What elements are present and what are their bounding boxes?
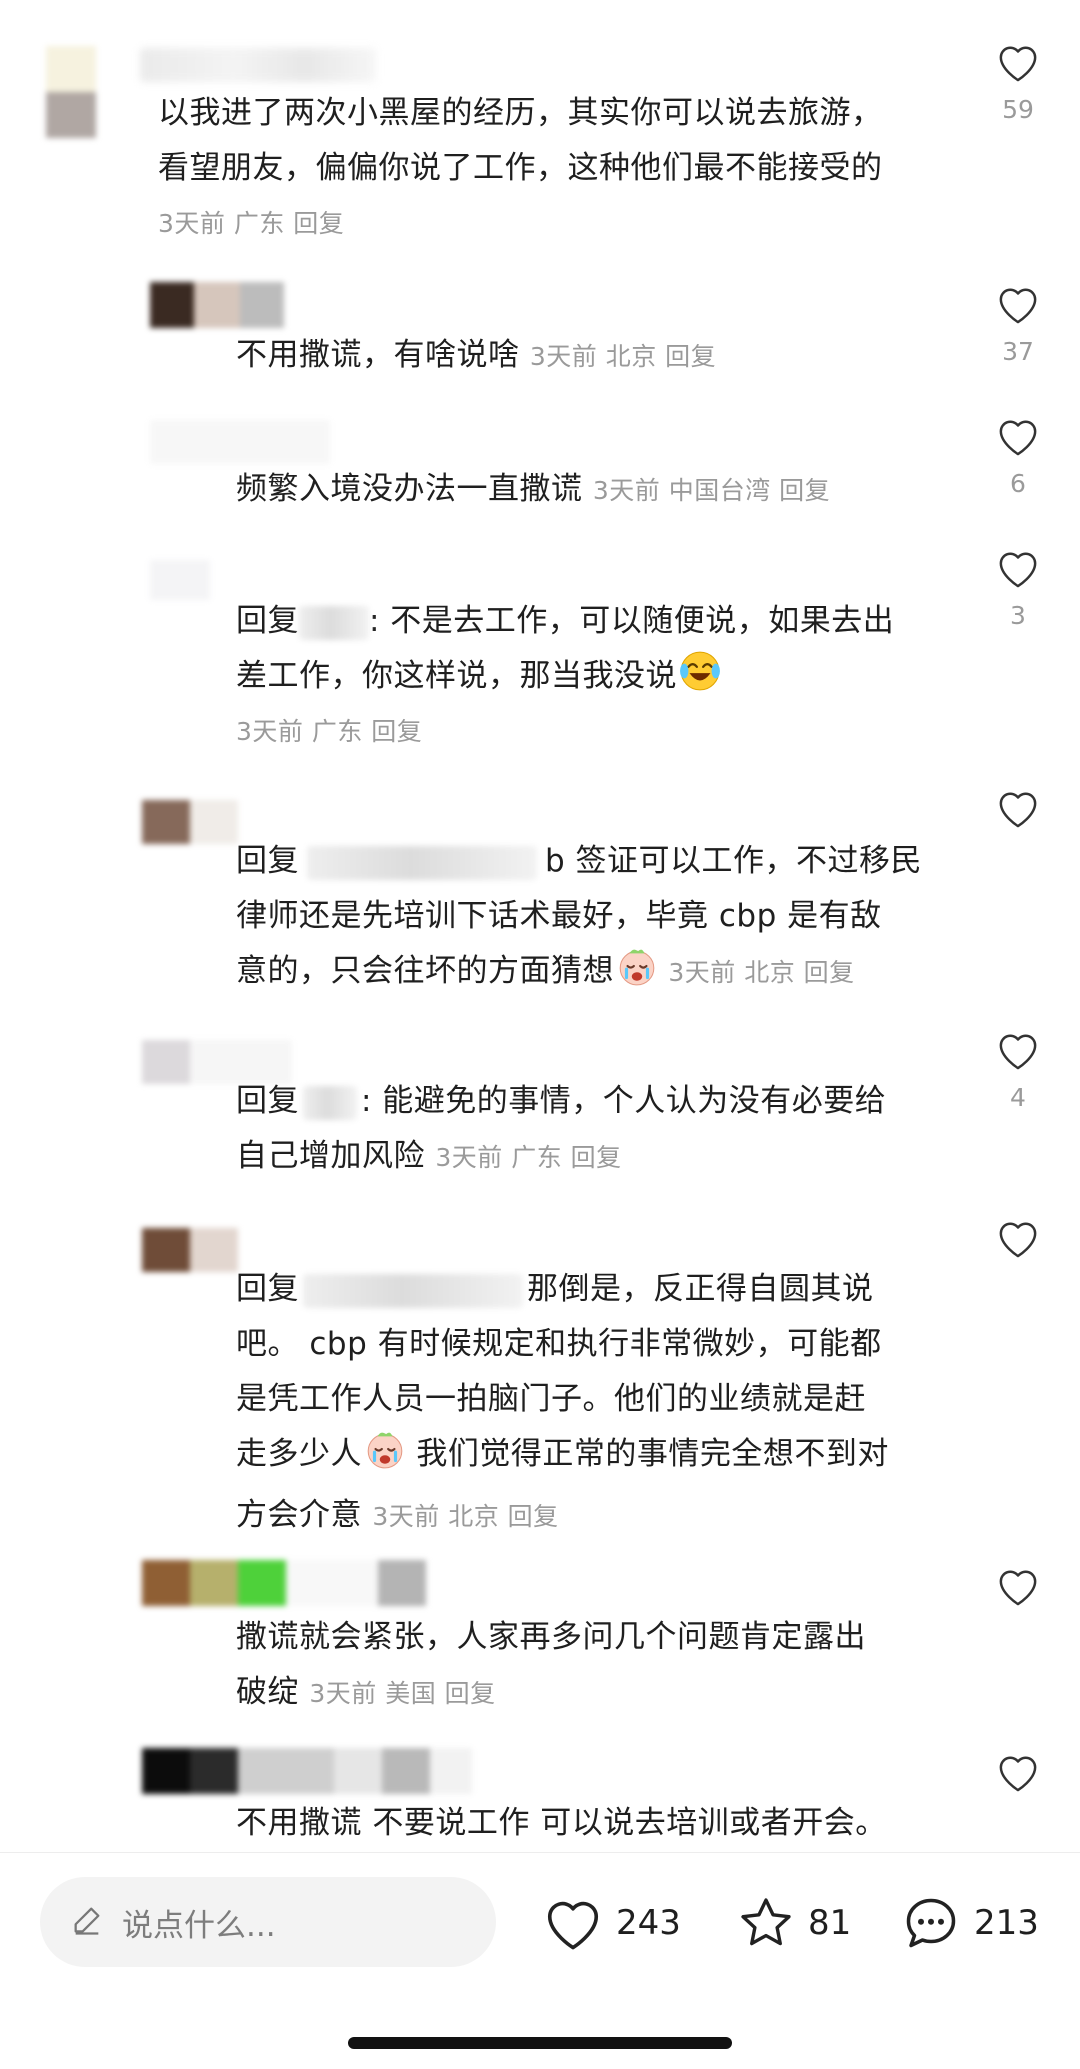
avatar[interactable] <box>142 1560 426 1606</box>
comment-meta[interactable]: 3天前 北京 回复 <box>372 1502 558 1531</box>
mention-redacted <box>299 605 369 640</box>
like-button[interactable]: 4 <box>992 1030 1044 1112</box>
comment-text: 撒谎就会紧张，人家再多问几个问题肯定露出 破绽 3天前 美国 回复 <box>236 1619 866 1710</box>
like-button[interactable]: 3 <box>992 548 1044 630</box>
mention-redacted <box>303 1273 523 1308</box>
heart-icon <box>999 1222 1037 1258</box>
comment-text: 不用撒谎，有啥说啥 3天前 北京 回复 <box>236 337 717 373</box>
comment-meta[interactable]: 3天前 中国台湾 回复 <box>593 476 830 505</box>
comment-meta[interactable]: 3天前 广东 回复 <box>236 712 422 752</box>
avatar[interactable] <box>150 282 284 328</box>
heart-icon <box>999 792 1037 828</box>
laughing-tears-emoji <box>679 650 721 710</box>
username-redacted <box>140 48 376 82</box>
star-icon <box>741 1898 791 1946</box>
comment-text: 回复: 不是去工作，可以随便说，如果去出 差工作，你这样说，那当我没说 <box>236 594 894 710</box>
bottom-action-bar: 说点什么... 243 81 213 <box>0 1852 1080 2069</box>
like-count: 3 <box>1010 601 1026 630</box>
like-button[interactable]: 6 <box>992 416 1044 498</box>
like-button[interactable] <box>992 1218 1044 1272</box>
heart-icon <box>999 420 1037 456</box>
crying-face-emoji <box>364 1428 406 1488</box>
comment-meta[interactable]: 3天前 北京 回复 <box>530 342 716 371</box>
avatar[interactable] <box>46 46 96 138</box>
avatar[interactable] <box>142 1228 238 1272</box>
comments-button[interactable]: 213 <box>900 1893 1039 1953</box>
like-button[interactable] <box>992 1752 1044 1806</box>
avatar[interactable] <box>142 1748 472 1794</box>
like-post-button[interactable]: 243 <box>542 1893 681 1953</box>
comment-text: 频繁入境没办法一直撒谎 3天前 中国台湾 回复 <box>236 471 831 507</box>
like-count: 4 <box>1010 1083 1026 1112</box>
like-button[interactable]: 59 <box>992 42 1044 124</box>
heart-icon <box>999 46 1037 82</box>
pencil-icon <box>70 1903 104 1941</box>
heart-icon <box>999 1570 1037 1606</box>
comment-bubble-icon <box>906 1898 956 1948</box>
home-indicator[interactable] <box>348 2037 732 2049</box>
comment-text: 回复: 能避免的事情，个人认为没有必要给 自己增加风险 3天前 广东 回复 <box>236 1083 887 1174</box>
comment-meta[interactable]: 3天前 北京 回复 <box>668 958 854 987</box>
comment-text: 不用撒谎 不要说工作 可以说去培训或者开会。 <box>236 1805 887 1841</box>
mention-redacted <box>307 845 537 880</box>
heart-icon <box>999 288 1037 324</box>
like-button[interactable] <box>992 1566 1044 1620</box>
mention-redacted <box>303 1085 357 1120</box>
heart-icon <box>999 552 1037 588</box>
heart-icon <box>999 1756 1037 1792</box>
comment-input[interactable]: 说点什么... <box>40 1877 496 1967</box>
comment-text: 回复 那倒是，反正得自圆其说 吧。 cbp 有时候规定和执行非常微妙，可能都 是凭… <box>236 1271 889 1533</box>
like-count: 243 <box>616 1903 681 1943</box>
like-button[interactable] <box>992 788 1044 842</box>
like-button[interactable]: 37 <box>992 284 1044 366</box>
comment-text: 回复 b 签证可以工作，不过移民 律师还是先培训下话术最好，毕竟 cbp 是有敌 … <box>236 834 922 1005</box>
comment-meta[interactable]: 3天前 美国 回复 <box>309 1679 495 1708</box>
favorite-count: 81 <box>808 1903 852 1943</box>
comment-text: 以我进了两次小黑屋的经历，其实你可以说去旅游， 看望朋友，偏偏你说了工作，这种他… <box>158 95 883 186</box>
comment-meta[interactable]: 3天前 广东 回复 <box>435 1143 621 1172</box>
comment-meta[interactable]: 3天前 广东 回复 <box>158 204 344 244</box>
avatar[interactable] <box>150 420 330 464</box>
heart-icon <box>547 1901 599 1950</box>
like-count: 59 <box>1002 95 1034 124</box>
avatar[interactable] <box>142 800 238 844</box>
like-count: 6 <box>1010 469 1026 498</box>
favorite-button[interactable]: 81 <box>736 1893 851 1953</box>
heart-icon <box>999 1034 1037 1070</box>
avatar[interactable] <box>150 560 210 600</box>
comment-placeholder: 说点什么... <box>122 1907 276 1944</box>
comment-count: 213 <box>974 1903 1039 1943</box>
crying-face-emoji <box>616 945 658 1005</box>
like-count: 37 <box>1002 337 1034 366</box>
